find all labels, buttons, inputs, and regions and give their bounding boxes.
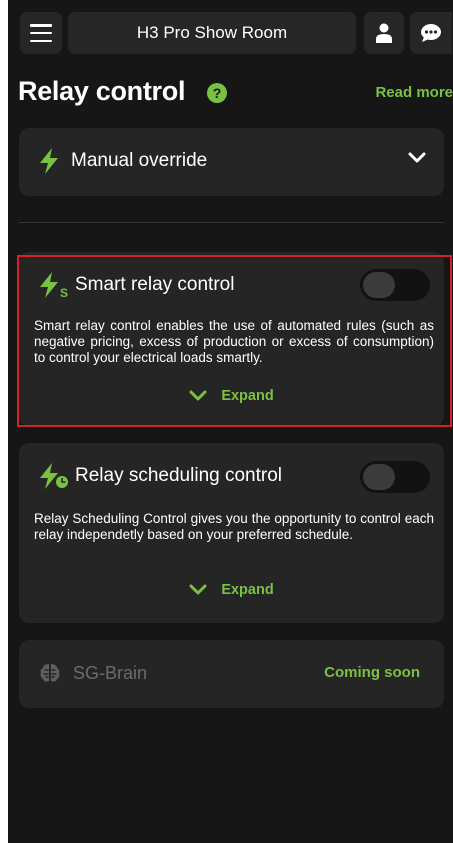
smart-relay-label: Smart relay control bbox=[75, 274, 235, 295]
coming-soon-badge: Coming soon bbox=[324, 664, 420, 681]
smart-relay-toggle[interactable] bbox=[360, 269, 430, 301]
svg-text:S: S bbox=[60, 286, 68, 298]
sg-brain-header: SG-Brain bbox=[39, 662, 147, 684]
brain-icon bbox=[40, 664, 60, 682]
sg-brain-card: SG-Brain Coming soon bbox=[19, 640, 444, 708]
relay-scheduling-description: Relay Scheduling Control gives you the o… bbox=[34, 511, 434, 542]
page-title: Relay control bbox=[18, 76, 186, 106]
page-header: Relay control ? Read more bbox=[18, 76, 453, 112]
toggle-knob bbox=[363, 272, 395, 298]
relay-scheduling-label: Relay scheduling control bbox=[75, 465, 283, 486]
relay-scheduling-expand-button[interactable]: Expand bbox=[19, 582, 444, 598]
smart-lightning-icon: S bbox=[40, 272, 68, 298]
manual-override-header: Manual override bbox=[39, 148, 207, 174]
site-selector[interactable]: H3 Pro Show Room bbox=[68, 12, 356, 54]
expand-label: Expand bbox=[221, 582, 274, 598]
sg-brain-label: SG-Brain bbox=[73, 662, 148, 683]
read-more-link[interactable]: Read more bbox=[375, 84, 453, 101]
menu-button[interactable] bbox=[20, 12, 62, 54]
chat-icon bbox=[421, 24, 441, 42]
divider bbox=[19, 222, 444, 223]
schedule-lightning-icon bbox=[40, 463, 68, 489]
user-icon bbox=[376, 23, 392, 43]
help-icon[interactable]: ? bbox=[207, 83, 227, 103]
smart-relay-header: S Smart relay control bbox=[39, 272, 234, 298]
app-screen: H3 Pro Show Room Relay control ? Read mo… bbox=[8, 0, 453, 843]
chevron-down-icon bbox=[189, 390, 207, 401]
site-title: H3 Pro Show Room bbox=[136, 23, 288, 42]
chevron-down-icon bbox=[189, 584, 207, 595]
lightning-icon bbox=[40, 148, 58, 174]
chat-button[interactable] bbox=[410, 12, 452, 54]
hamburger-icon bbox=[30, 24, 52, 42]
smart-relay-expand-button[interactable]: Expand bbox=[19, 388, 444, 404]
manual-override-label: Manual override bbox=[71, 150, 208, 171]
relay-scheduling-toggle[interactable] bbox=[360, 461, 430, 493]
relay-scheduling-header: Relay scheduling control bbox=[39, 463, 282, 489]
top-bar: H3 Pro Show Room bbox=[20, 12, 453, 54]
chevron-down-icon[interactable] bbox=[408, 152, 426, 164]
relay-scheduling-card: Relay scheduling control Relay Schedulin… bbox=[19, 443, 444, 623]
user-button[interactable] bbox=[364, 12, 404, 54]
smart-relay-description: Smart relay control enables the use of a… bbox=[34, 318, 434, 365]
manual-override-card[interactable]: Manual override bbox=[19, 128, 444, 196]
toggle-knob bbox=[363, 464, 395, 490]
smart-relay-card: S Smart relay control Smart relay contro… bbox=[19, 252, 444, 426]
expand-label: Expand bbox=[221, 388, 274, 404]
